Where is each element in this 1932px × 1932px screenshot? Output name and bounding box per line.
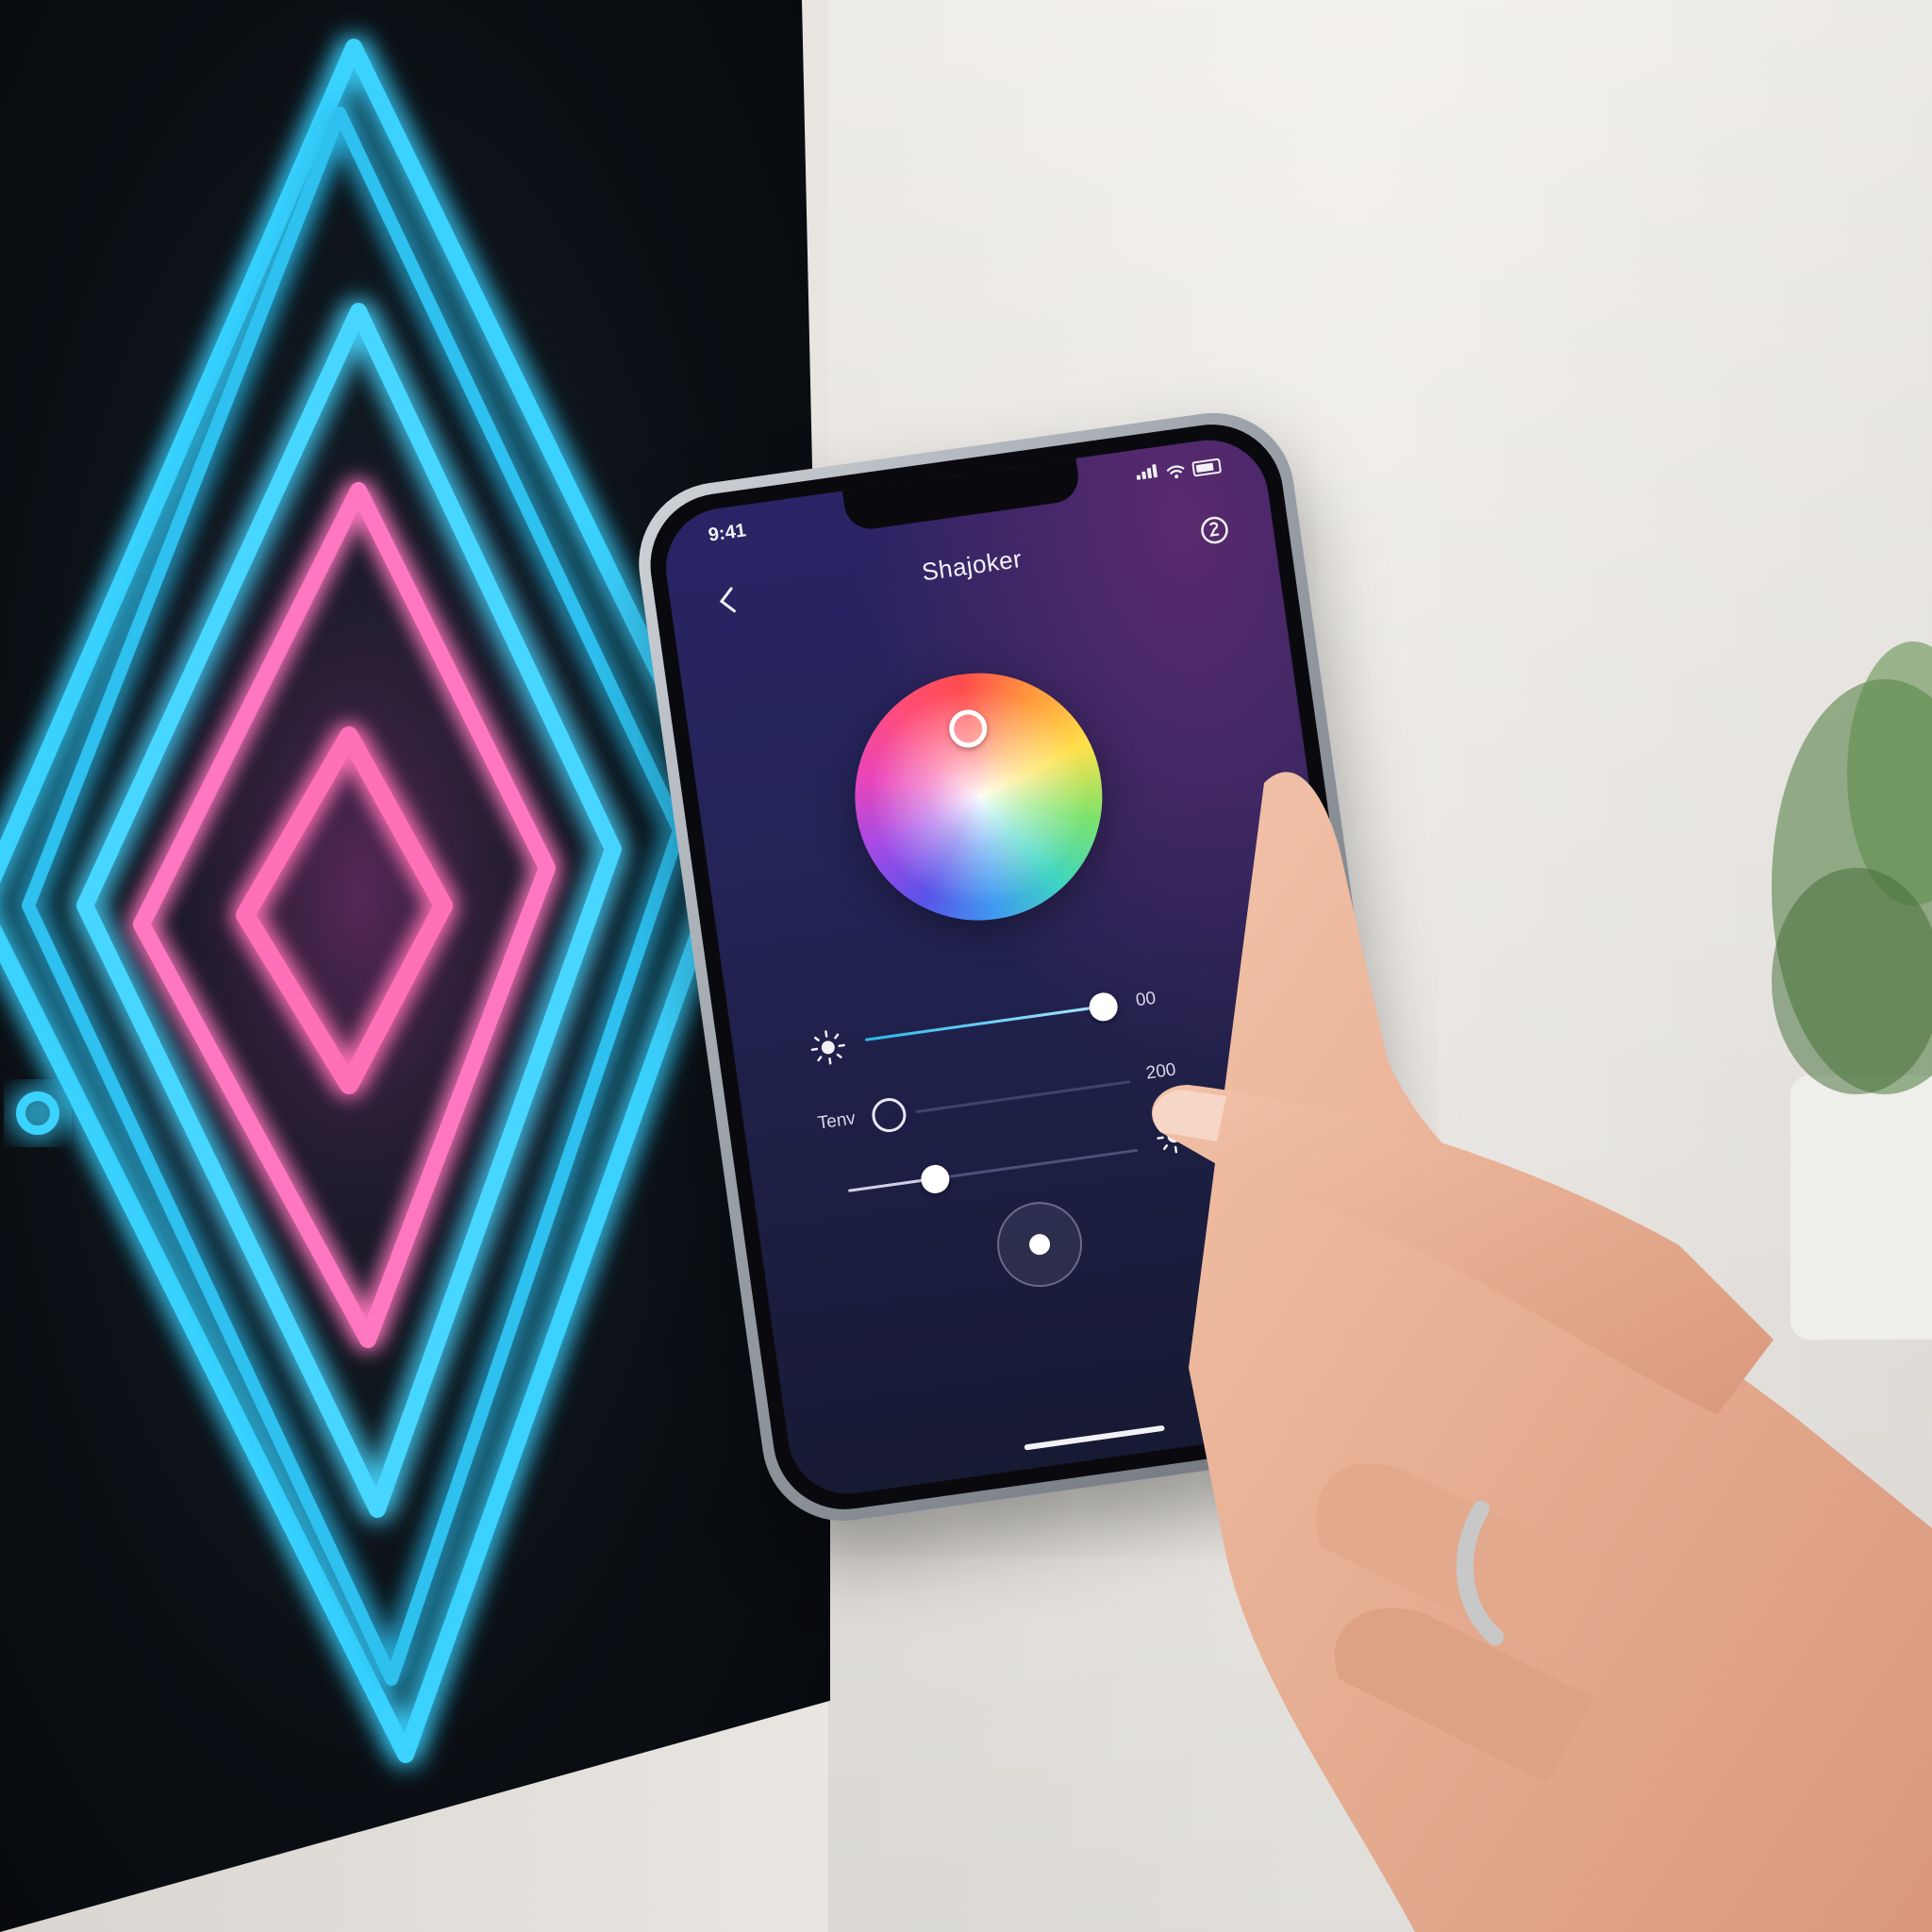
- scene: 9:41 Shajoker 00 Tenv 200: [0, 0, 1932, 1932]
- right-hand: [1152, 772, 1932, 1932]
